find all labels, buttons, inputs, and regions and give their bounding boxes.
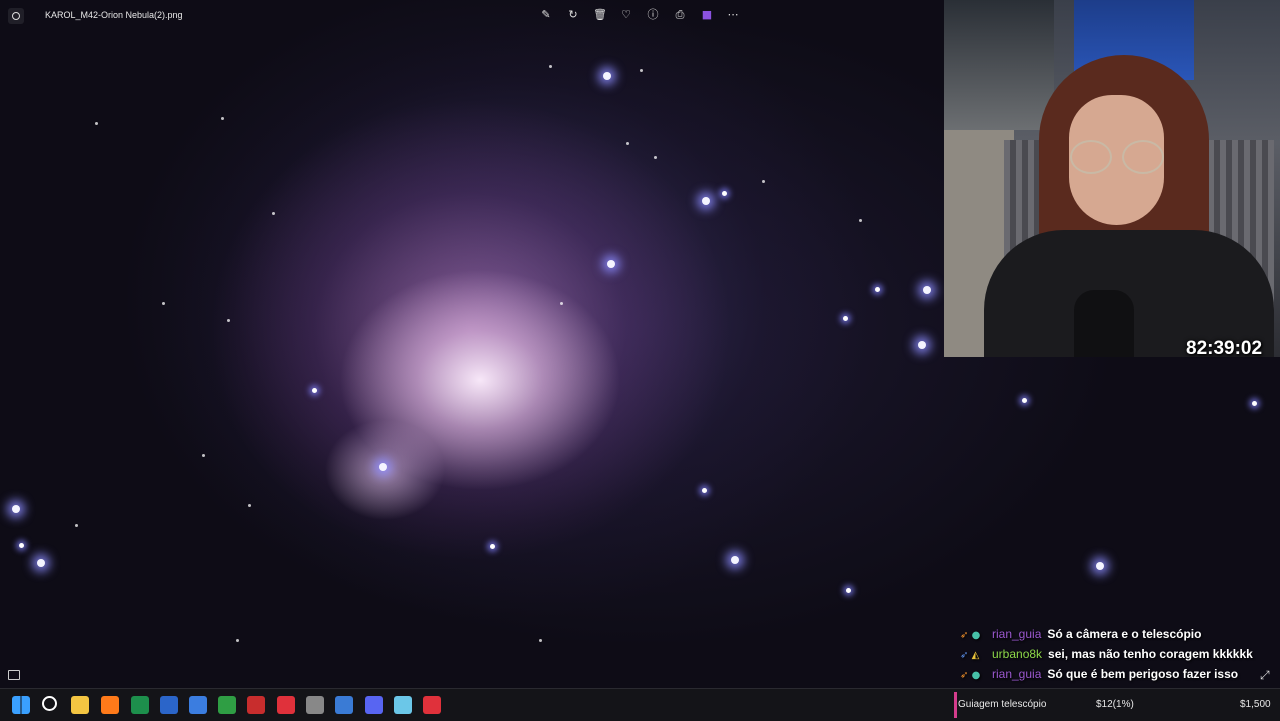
edit-icon[interactable]: ✎ — [539, 8, 553, 22]
start-icon[interactable] — [12, 696, 30, 714]
photos-app-icon[interactable] — [8, 8, 24, 24]
file-title: KAROL_M42-Orion Nebula(2).png — [45, 10, 183, 20]
star — [1021, 397, 1027, 403]
photos-icon[interactable] — [329, 689, 359, 721]
star — [1096, 562, 1104, 570]
chat-username: rian_guia — [992, 627, 1042, 641]
webcam-overlay — [944, 0, 1280, 357]
star — [220, 116, 224, 120]
obs-icon[interactable] — [247, 696, 265, 714]
star — [12, 505, 20, 513]
star — [874, 286, 880, 292]
file-explorer-icon[interactable] — [71, 696, 89, 714]
notepad-icon[interactable] — [394, 696, 412, 714]
star — [379, 463, 387, 471]
excel-icon[interactable] — [131, 696, 149, 714]
star — [603, 72, 611, 80]
star — [845, 587, 851, 593]
star — [1251, 400, 1257, 406]
star — [37, 559, 45, 567]
stream-timer: 82:39:02 — [1186, 338, 1263, 359]
star — [235, 638, 239, 642]
star — [201, 453, 205, 457]
viewer-bottom-bar — [0, 660, 1280, 688]
app-icon[interactable] — [189, 696, 207, 714]
goal-progress-bar — [954, 692, 957, 718]
star — [701, 487, 707, 493]
star — [653, 155, 657, 159]
star — [18, 542, 24, 548]
star — [639, 68, 643, 72]
star — [161, 301, 165, 305]
star — [607, 260, 615, 268]
star — [271, 211, 275, 215]
discord-icon[interactable] — [365, 696, 383, 714]
viewer-title-bar: KAROL_M42-Orion Nebula(2).png ✎ ↻ 🗑 ♡ ⓘ … — [0, 0, 945, 32]
word-icon[interactable] — [160, 696, 178, 714]
star — [702, 197, 710, 205]
star — [559, 301, 563, 305]
star — [625, 141, 629, 145]
star — [311, 387, 317, 393]
star — [74, 523, 78, 527]
star — [94, 121, 98, 125]
star — [918, 341, 926, 349]
more-icon[interactable]: ⋯ — [726, 8, 740, 22]
star — [226, 318, 230, 322]
star — [731, 556, 739, 564]
chrome-icon[interactable] — [218, 696, 236, 714]
star — [489, 543, 495, 549]
star — [858, 218, 862, 222]
star — [247, 503, 251, 507]
app-icon[interactable] — [423, 696, 441, 714]
taskbar — [0, 688, 1280, 721]
print-icon[interactable]: ⎙ — [673, 8, 687, 22]
goal-current: $12(1%) — [1096, 699, 1134, 710]
star — [842, 315, 848, 321]
info-icon[interactable]: ⓘ — [646, 8, 660, 22]
chat-text: sei, mas não tenho coragem kkkkkk — [1048, 647, 1253, 661]
favorite-icon[interactable]: ♡ — [619, 8, 633, 22]
goal-target: $1,500 — [1240, 699, 1271, 710]
star — [761, 179, 765, 183]
star — [721, 190, 727, 196]
filmstrip-icon[interactable] — [8, 670, 20, 680]
search-icon[interactable] — [42, 696, 57, 711]
star — [538, 638, 542, 642]
delete-icon[interactable]: 🗑 — [593, 8, 607, 22]
chat-username: urbano8k — [992, 647, 1043, 661]
firefox-icon[interactable] — [101, 696, 119, 714]
media-player-icon[interactable] — [277, 696, 295, 714]
goal-label: Guiagem telescópio — [958, 699, 1047, 710]
clipchamp-icon[interactable]: ■ — [700, 8, 714, 22]
star — [923, 286, 931, 294]
rotate-icon[interactable]: ↻ — [566, 8, 580, 22]
chat-text: Só a câmera e o telescópio — [1047, 627, 1202, 641]
chat-message: ➶ ● rian_guia Só a câmera e o telescópio — [960, 624, 1280, 644]
chat-badges-icon: ➶ ● — [960, 630, 981, 641]
star — [548, 64, 552, 68]
app-icon[interactable] — [306, 696, 324, 714]
